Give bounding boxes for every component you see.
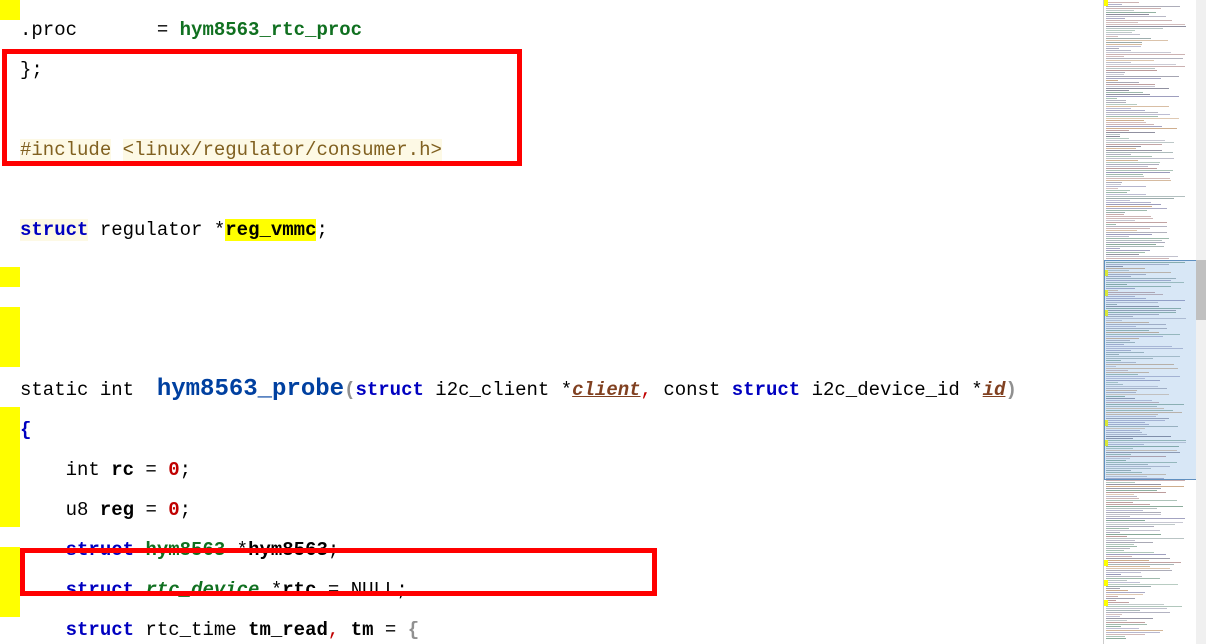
code-line[interactable]: u8 reg = 0; [20,500,1100,520]
change-mark [0,0,20,20]
vertical-scrollbar[interactable] [1196,0,1206,644]
code-line[interactable] [20,100,1100,120]
code-line[interactable] [20,260,1100,280]
code-line[interactable]: #include <linux/regulator/consumer.h> [20,140,1100,160]
code-line[interactable]: .proc = hym8563_rtc_proc [20,20,1100,40]
minimap[interactable] [1103,0,1196,644]
code-line[interactable] [20,340,1100,360]
code-editor[interactable]: .proc = hym8563_rtc_proc }; #include <li… [0,0,1103,644]
change-mark [0,407,20,527]
code-line[interactable] [20,180,1100,200]
code-line[interactable]: }; [20,60,1100,80]
change-mark [0,547,20,617]
code-line[interactable] [20,300,1100,320]
code-content[interactable]: .proc = hym8563_rtc_proc }; #include <li… [20,0,1100,644]
change-mark [0,267,20,287]
code-line[interactable]: { [20,420,1100,440]
code-line[interactable]: static int hym8563_probe(struct i2c_clie… [20,380,1100,400]
scrollbar-thumb[interactable] [1196,260,1206,320]
minimap-viewport[interactable] [1104,260,1196,480]
code-line[interactable]: struct rtc_time tm_read, tm = { [20,620,1100,640]
change-mark [0,307,20,367]
code-line[interactable]: struct hym8563 *hym8563; [20,540,1100,560]
code-line[interactable]: int rc = 0; [20,460,1100,480]
code-line[interactable]: struct rtc_device *rtc = NULL; [20,580,1100,600]
code-line[interactable]: struct regulator *reg_vmmc; [20,220,1100,240]
change-gutter [0,0,20,644]
